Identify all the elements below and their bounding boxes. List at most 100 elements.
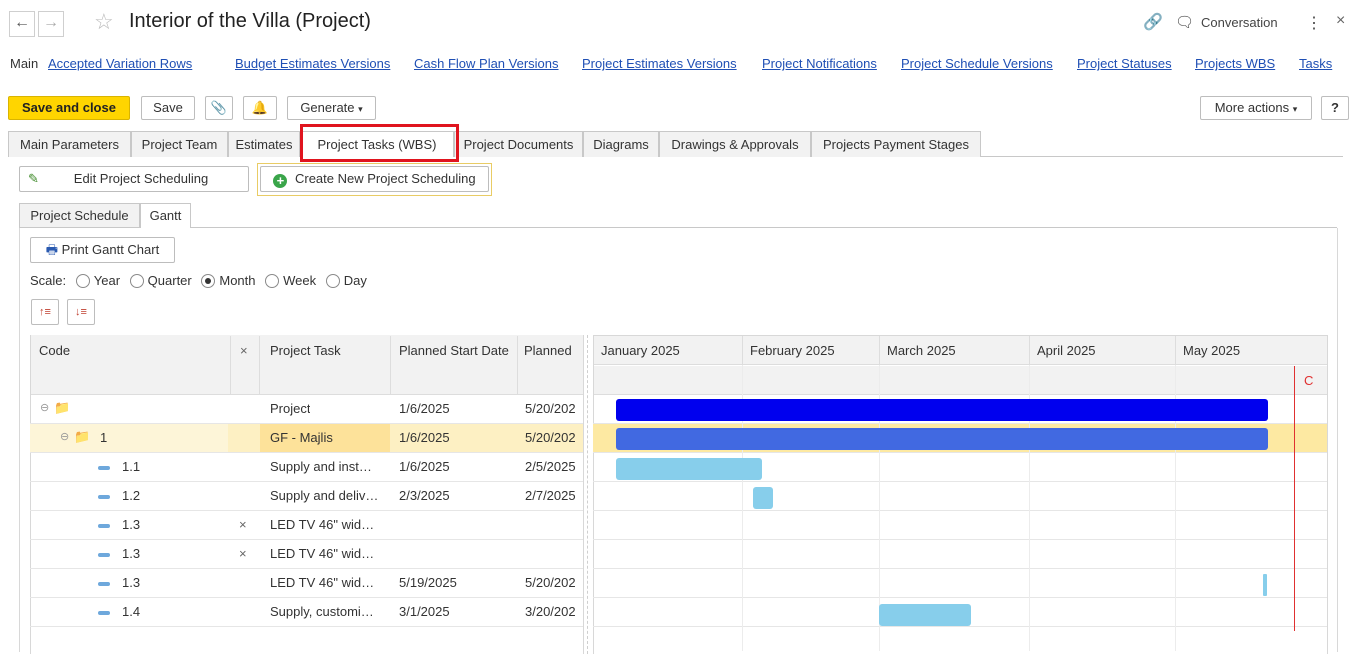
scale-quarter-radio[interactable] bbox=[129, 274, 144, 288]
print-gantt-chart-button[interactable]: 🖶 Print Gantt Chart bbox=[30, 237, 175, 263]
forward-button[interactable]: → bbox=[38, 11, 64, 37]
nav-link-accepted-variation-rows[interactable]: Accepted Variation Rows bbox=[48, 56, 192, 71]
nav-link-project-estimates-versions[interactable]: Project Estimates Versions bbox=[582, 56, 737, 71]
save-button[interactable]: Save bbox=[141, 96, 195, 120]
scale-day-radio[interactable] bbox=[325, 274, 340, 288]
table-row[interactable]: 1.3 LED TV 46" wid… 5/19/2025 5/20/202 bbox=[30, 569, 583, 598]
planned-start: 3/1/2025 bbox=[399, 604, 450, 619]
deleted-mark: × bbox=[239, 517, 247, 532]
planned-end: 2/7/2025 bbox=[525, 488, 576, 503]
create-new-project-scheduling-button[interactable]: + Create New Project Scheduling bbox=[260, 166, 489, 192]
gantt-row bbox=[593, 569, 1327, 598]
gantt-bar-project[interactable] bbox=[616, 399, 1268, 421]
printer-icon: 🖶 bbox=[45, 242, 59, 257]
help-button[interactable]: ? bbox=[1321, 96, 1349, 120]
task-code: 1 bbox=[100, 430, 108, 445]
conversation-icon[interactable]: 🗨 bbox=[1175, 13, 1194, 31]
nav-link-project-notifications[interactable]: Project Notifications bbox=[762, 56, 877, 71]
nav-main[interactable]: Main bbox=[10, 56, 38, 71]
title-bar: ← → ☆ Interior of the Villa (Project) 🔗 … bbox=[0, 0, 1349, 50]
gantt-bar-1-1[interactable] bbox=[616, 458, 762, 480]
attach-button[interactable]: 📎 bbox=[205, 96, 233, 120]
scale-week-radio[interactable] bbox=[265, 274, 280, 288]
more-menu-icon[interactable]: ⋮ bbox=[1306, 13, 1322, 33]
panel-left-border bbox=[19, 228, 20, 652]
scale-day-label[interactable]: Day bbox=[344, 273, 367, 288]
planned-end: 3/20/202 bbox=[525, 604, 576, 619]
task-code: 1.2 bbox=[122, 488, 141, 503]
save-and-close-button[interactable]: Save and close bbox=[8, 96, 130, 120]
tab-project-team[interactable]: Project Team bbox=[131, 131, 228, 157]
nav-link-projects-wbs[interactable]: Projects WBS bbox=[1195, 56, 1275, 71]
close-icon[interactable]: × bbox=[1336, 12, 1345, 30]
scale-year-label[interactable]: Year bbox=[94, 273, 120, 288]
column-header-code[interactable]: Code bbox=[39, 343, 70, 358]
gantt-row bbox=[593, 540, 1327, 569]
nav-link-tasks[interactable]: Tasks bbox=[1299, 56, 1332, 71]
nav-link-project-statuses[interactable]: Project Statuses bbox=[1077, 56, 1172, 71]
planned-start: 1/6/2025 bbox=[399, 430, 450, 445]
planned-start: 5/19/2025 bbox=[399, 575, 457, 590]
current-date-line bbox=[1294, 366, 1295, 631]
col-divider bbox=[230, 336, 231, 395]
tab-estimates[interactable]: Estimates bbox=[228, 131, 300, 157]
scale-month-label[interactable]: Month bbox=[219, 273, 255, 288]
table-row[interactable]: ⊖ 📁 Project 1/6/2025 5/20/202 bbox=[30, 395, 583, 424]
notification-button[interactable]: 🔔 bbox=[243, 96, 277, 120]
subtab-gantt[interactable]: Gantt bbox=[140, 203, 191, 228]
generate-dropdown[interactable]: Generate ▾ bbox=[287, 96, 376, 120]
column-header-planned-start-date[interactable]: Planned Start Date bbox=[399, 343, 509, 358]
column-header-x[interactable]: × bbox=[240, 343, 248, 358]
gantt-bar-1-3[interactable] bbox=[1263, 574, 1267, 596]
month-label: January 2025 bbox=[601, 343, 680, 358]
navigation-links: Main Accepted Variation Rows Budget Esti… bbox=[0, 56, 1349, 76]
table-row[interactable]: 1.2 Supply and deliv… 2/3/2025 2/7/2025 bbox=[30, 482, 583, 511]
task-code: 1.3 bbox=[122, 575, 141, 590]
favorite-star-icon[interactable]: ☆ bbox=[94, 9, 114, 35]
back-button[interactable]: ← bbox=[9, 11, 35, 37]
gantt-bar-1-4[interactable] bbox=[879, 604, 971, 626]
move-up-button[interactable]: ↑≡ bbox=[31, 299, 59, 325]
table-row[interactable]: 1.3 × LED TV 46" wid… bbox=[30, 540, 583, 569]
month-label: March 2025 bbox=[887, 343, 956, 358]
table-row[interactable]: 1.4 Supply, customi… 3/1/2025 3/20/202 bbox=[30, 598, 583, 627]
column-header-planned-end[interactable]: Planned bbox=[524, 343, 580, 358]
edit-project-scheduling-button[interactable]: ✎ Edit Project Scheduling bbox=[19, 166, 249, 192]
planned-start: 2/3/2025 bbox=[399, 488, 450, 503]
table-row[interactable]: ⊖ 📁 1 GF - Majlis 1/6/2025 5/20/202 bbox=[30, 424, 583, 453]
month-label: April 2025 bbox=[1037, 343, 1096, 358]
nav-link-budget-estimates-versions[interactable]: Budget Estimates Versions bbox=[235, 56, 390, 71]
nav-link-project-schedule-versions[interactable]: Project Schedule Versions bbox=[901, 56, 1053, 71]
column-header-project-task[interactable]: Project Task bbox=[270, 343, 341, 358]
tab-projects-payment-stages[interactable]: Projects Payment Stages bbox=[811, 131, 981, 157]
table-row[interactable]: 1.1 Supply and inst… 1/6/2025 2/5/2025 bbox=[30, 453, 583, 482]
print-gantt-chart-label: Print Gantt Chart bbox=[61, 242, 160, 257]
scale-year-radio[interactable] bbox=[75, 274, 90, 288]
scale-month-radio[interactable] bbox=[201, 274, 216, 288]
chevron-down-icon: ▾ bbox=[1292, 104, 1298, 114]
task-code: 1.3 bbox=[122, 546, 141, 561]
tab-drawings-approvals[interactable]: Drawings & Approvals bbox=[659, 131, 811, 157]
tab-project-documents[interactable]: Project Documents bbox=[454, 131, 583, 157]
collapse-icon[interactable]: ⊖ bbox=[40, 401, 49, 414]
scale-week-label[interactable]: Week bbox=[283, 273, 316, 288]
splitter[interactable] bbox=[587, 335, 588, 654]
planned-end: 2/5/2025 bbox=[525, 459, 576, 474]
task-name: LED TV 46" wid… bbox=[270, 517, 375, 532]
gantt-bar-1-2[interactable] bbox=[753, 487, 773, 509]
table-row[interactable]: 1.3 × LED TV 46" wid… bbox=[30, 511, 583, 540]
tab-main-parameters[interactable]: Main Parameters bbox=[8, 131, 131, 157]
tab-diagrams[interactable]: Diagrams bbox=[583, 131, 659, 157]
planned-start: 1/6/2025 bbox=[399, 459, 450, 474]
task-dash-icon bbox=[98, 459, 110, 474]
collapse-icon[interactable]: ⊖ bbox=[60, 430, 69, 443]
conversation-button[interactable]: Conversation bbox=[1201, 15, 1278, 30]
subtab-project-schedule[interactable]: Project Schedule bbox=[19, 203, 140, 227]
link-icon[interactable]: 🔗 bbox=[1143, 12, 1163, 32]
nav-link-cash-flow-plan-versions[interactable]: Cash Flow Plan Versions bbox=[414, 56, 559, 71]
gantt-bar-gf-majlis[interactable] bbox=[616, 428, 1268, 450]
move-down-button[interactable]: ↓≡ bbox=[67, 299, 95, 325]
scale-quarter-label[interactable]: Quarter bbox=[148, 273, 192, 288]
more-actions-dropdown[interactable]: More actions ▾ bbox=[1200, 96, 1312, 120]
gantt-row bbox=[593, 511, 1327, 540]
